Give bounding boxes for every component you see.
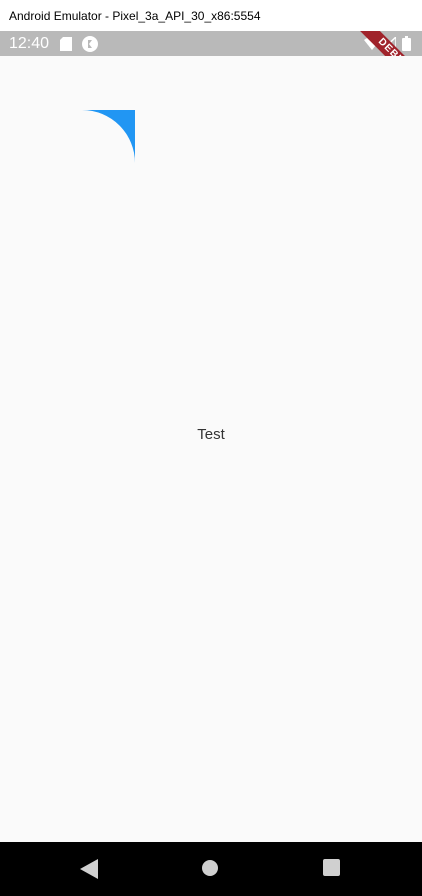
navigation-bar [0,842,422,896]
wifi-icon [364,37,380,50]
recents-icon[interactable] [323,859,340,876]
back-icon[interactable] [80,859,98,879]
quarter-circle-shape [82,110,135,163]
home-icon[interactable] [201,859,219,877]
flutter-icon [82,36,98,52]
status-bar: 12:40 [0,31,422,56]
center-text: Test [197,426,225,443]
status-time: 12:40 [9,35,50,52]
emulator-window: Android Emulator - Pixel_3a_API_30_x86:5… [0,0,422,896]
battery-icon [402,36,411,51]
signal-icon [382,37,396,50]
app-content: Test [0,56,422,842]
window-title: Android Emulator - Pixel_3a_API_30_x86:5… [9,8,261,23]
sd-card-icon [60,37,72,51]
window-titlebar: Android Emulator - Pixel_3a_API_30_x86:5… [0,0,422,31]
